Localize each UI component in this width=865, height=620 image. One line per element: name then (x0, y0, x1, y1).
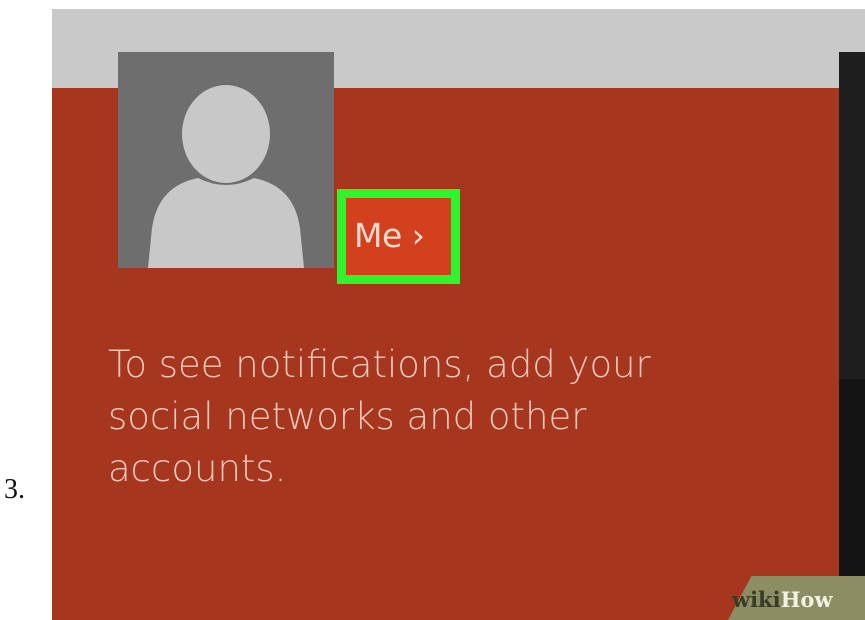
notifications-message: To see notifications, add your social ne… (108, 343, 651, 490)
watermark-wiki: wiki (732, 587, 781, 612)
user-silhouette-icon (148, 85, 304, 268)
windows-start-screen: Me › To see notifications, add your soci… (52, 9, 865, 620)
me-button[interactable]: Me › (337, 189, 460, 284)
step-number: 3. (4, 474, 25, 505)
tutorial-step-image: 3. Me › To see notifications, add your s… (0, 0, 865, 620)
watermark-how: How (780, 587, 833, 612)
profile-avatar[interactable] (118, 52, 334, 268)
wikihow-watermark: wikiHow (732, 587, 833, 612)
right-edge-panel (839, 52, 865, 620)
me-button-label: Me › (354, 216, 425, 255)
